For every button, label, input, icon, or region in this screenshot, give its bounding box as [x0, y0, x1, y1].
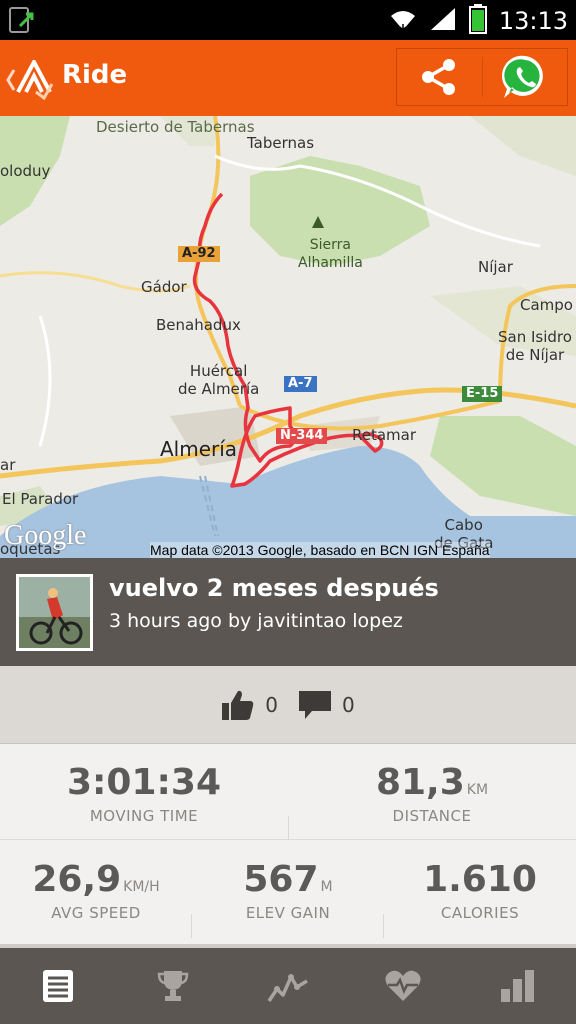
heart-rate-icon: [385, 970, 421, 1001]
elev-gain-label: ELEV GAIN: [245, 904, 331, 922]
map-label-campo: Campo: [520, 296, 573, 314]
map-label-el-parador: El Parador: [2, 490, 79, 508]
map-attribution: Map data ©2013 Google, basado en BCN IGN…: [150, 542, 490, 558]
divider: [383, 914, 384, 938]
road-shield-e15: E-15: [462, 386, 503, 402]
stat-avg-speed: 26,9 KM/H AVG SPEED: [0, 841, 192, 938]
map-label-sierra: Sierra Alhamilla: [298, 237, 363, 271]
road-shield-a7: A-7: [284, 376, 317, 392]
tab-achievements[interactable]: [115, 948, 230, 1024]
divider: [288, 816, 289, 840]
stat-distance: 81,3 KM DISTANCE: [288, 744, 576, 839]
notification-icon: [8, 6, 38, 38]
tab-analysis[interactable]: [230, 948, 345, 1024]
map-label-huercal: Huércal de Almería: [178, 362, 260, 398]
activity-title: vuelvo 2 meses después: [109, 574, 439, 602]
clock: 13:13: [498, 7, 568, 35]
activity-subtitle: 3 hours ago by javitintao lopez: [109, 610, 403, 632]
distance-unit: KM: [466, 782, 489, 798]
bottom-tab-bar: [0, 944, 576, 1024]
action-buttons: [396, 48, 568, 106]
elev-gain-value: 567: [243, 859, 319, 900]
document-icon: [42, 970, 73, 1002]
share-icon: [422, 59, 456, 95]
battery-icon: [468, 4, 487, 38]
stat-moving-time: 3:01:34 MOVING TIME: [0, 744, 288, 839]
whatsapp-icon: [501, 55, 543, 98]
road-shield-n344: N-344: [276, 428, 328, 444]
trophy-icon: [157, 971, 189, 1001]
comments-button[interactable]: 0: [298, 690, 355, 720]
map-canvas: [0, 116, 576, 558]
up-navigation[interactable]: [4, 57, 56, 104]
map-label-desierto: Desierto de Tabernas: [96, 118, 255, 136]
comments-count: 0: [342, 692, 355, 717]
bar-chart-icon: [501, 970, 535, 1002]
tab-stats[interactable]: [461, 948, 576, 1024]
tab-heart-rate[interactable]: [346, 948, 461, 1024]
tab-overview[interactable]: [0, 948, 115, 1024]
avg-speed-label: AVG SPEED: [51, 904, 141, 922]
signal-icon: [429, 6, 457, 36]
elev-gain-unit: M: [320, 879, 333, 895]
avg-speed-unit: KM/H: [123, 879, 160, 895]
distance-value: 81,3: [375, 762, 465, 803]
thumbs-up-icon: [222, 690, 254, 720]
map-label-gador: Gádor: [141, 278, 187, 296]
map-label-almeria: Almería: [160, 437, 238, 461]
action-bar: Ride: [0, 40, 576, 116]
activity-header: vuelvo 2 meses después 3 hours ago by ja…: [0, 558, 576, 666]
moving-time-label: MOVING TIME: [89, 807, 199, 825]
whatsapp-button[interactable]: [483, 49, 568, 105]
moving-time-value: 3:01:34: [66, 762, 222, 803]
stat-elev-gain: 567 M ELEV GAIN: [192, 841, 384, 938]
map-label-benahadux: Benahadux: [156, 316, 241, 334]
calories-label: CALORIES: [440, 904, 520, 922]
map-label-tabernas: Tabernas: [247, 134, 315, 152]
kudos-count: 0: [265, 692, 278, 717]
distance-label: DISTANCE: [392, 807, 472, 825]
google-logo: Google: [4, 520, 87, 551]
avatar[interactable]: [16, 574, 93, 651]
map-label-retamar: Retamar: [352, 426, 417, 444]
comment-icon: [299, 690, 331, 719]
stat-calories: 1.610 CALORIES: [384, 841, 576, 938]
route-map[interactable]: Desierto de Tabernas Tabernas oloduy Sie…: [0, 116, 576, 558]
map-label-nijar: Níjar: [478, 258, 513, 276]
divider: [191, 914, 192, 938]
status-bar: 13:13: [0, 0, 576, 40]
stats-panel: 3:01:34 MOVING TIME 81,3 KM DISTANCE 26,9…: [0, 744, 576, 940]
map-label-san-isidro: San Isidro de Níjar: [498, 328, 572, 364]
map-label-oloduy: oloduy: [0, 162, 51, 180]
map-label-ar: ar: [0, 456, 16, 474]
share-button[interactable]: [397, 49, 482, 105]
kudos-button[interactable]: 0: [221, 689, 278, 721]
wifi-icon: [389, 6, 417, 36]
social-bar: 0 0: [0, 666, 576, 744]
page-title: Ride: [62, 60, 128, 90]
avg-speed-value: 26,9: [32, 859, 122, 900]
elevation-icon: [267, 974, 308, 1002]
road-shield-a92: A-92: [178, 246, 220, 262]
calories-value: 1.610: [423, 859, 537, 900]
